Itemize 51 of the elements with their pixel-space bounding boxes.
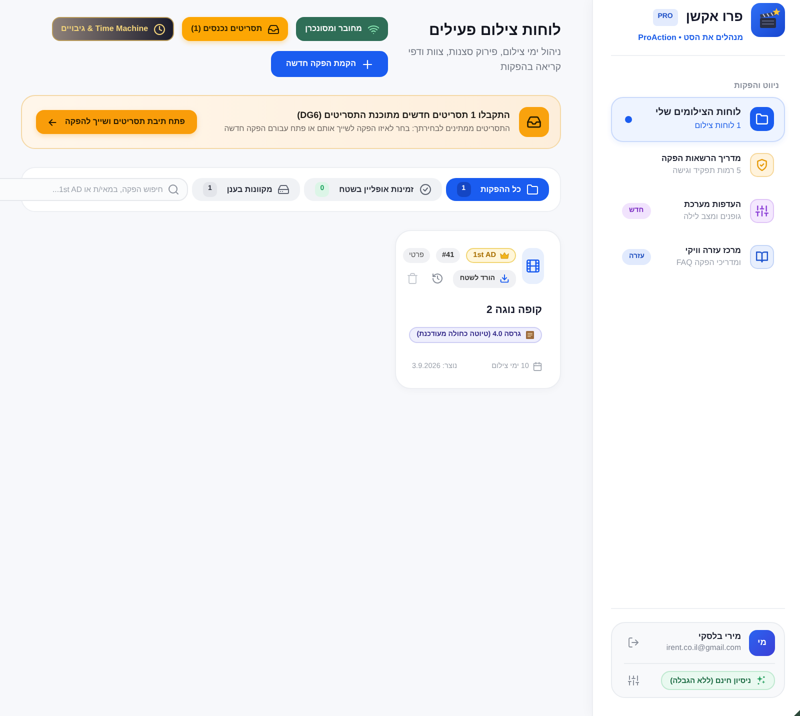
brand-tagline: מנהלים את הסט • ProAction <box>638 32 743 44</box>
user-name: מירי בלסקי <box>697 631 741 644</box>
notice-title: התקבלו 1 תסריטים חדשים מתוכנת התסריטים (DG6) <box>296 109 510 122</box>
script-page-icon <box>526 330 534 339</box>
drive-icon <box>278 184 290 195</box>
calendar-icon <box>533 362 542 371</box>
nav-item[interactable]: מדריך הרשאות הפקה 5 רמות תפקיד וגישה <box>611 142 785 188</box>
open-inbox-button[interactable]: פתח תיבת תסריטים ושייך להפקה <box>36 110 197 134</box>
inbox-icon <box>268 24 280 34</box>
arrow-left-icon <box>48 118 57 126</box>
backups-button[interactable]: Time Machine & גיבויים <box>52 17 174 41</box>
active-dot-icon <box>625 116 632 122</box>
clapperboard-logo-icon <box>751 3 785 37</box>
section-label: ניווט והפקות <box>733 80 779 90</box>
trash-icon[interactable] <box>406 273 418 284</box>
nav-item-subtitle: 1 לוחות צילום <box>694 120 741 132</box>
brand-name: פרו אקשן <box>686 10 743 25</box>
resize-grip-icon[interactable] <box>794 710 800 716</box>
plus-icon <box>362 58 373 70</box>
clock-icon <box>154 24 166 34</box>
sliders-icon <box>750 199 774 223</box>
user-avatar: מי <box>749 630 775 656</box>
history-icon[interactable] <box>432 273 443 284</box>
new-production-button[interactable]: הקמת הפקה חדשה <box>271 51 388 77</box>
nav-item-subtitle: 5 רמות תפקיד וגישה <box>672 164 741 177</box>
film-icon <box>522 248 544 284</box>
nav-item-title: מרכז עזרה וויקי <box>684 245 741 257</box>
nav-item-subtitle: FAQ ומדריכי הפקה <box>676 256 741 269</box>
production-title: קופה נוגה 2 <box>486 302 542 318</box>
search-icon <box>168 184 179 195</box>
check-circle-icon <box>420 184 431 195</box>
sync-status-button[interactable]: מחובר ומסונכרן <box>296 17 388 41</box>
folder-icon <box>527 184 538 195</box>
inbox-icon <box>519 107 549 137</box>
download-icon <box>500 274 509 284</box>
page-title: לוחות צילום פעילים <box>428 22 561 40</box>
nav-item-title: לוחות הצילומים שלי <box>655 106 741 120</box>
logout-icon[interactable] <box>628 637 639 648</box>
nav-item[interactable]: לוחות הצילומים שלי 1 לוחות צילום <box>611 96 785 142</box>
sliders-icon[interactable] <box>628 674 639 686</box>
sparkle-icon <box>756 675 766 686</box>
page-subtitle: ניהול ימי צילום, פירוק סצנות, צוות ודפי קריאה בהפקות <box>407 46 561 75</box>
nav-item-subtitle: גופנים ומצב לילה <box>684 210 741 223</box>
incoming-scripts-button[interactable]: תסריטים נכנסים (1) <box>182 17 288 41</box>
nav-item-title: מדריך הרשאות הפקה <box>661 153 741 165</box>
book-icon <box>750 245 774 269</box>
crown-icon <box>500 252 509 259</box>
folder-icon <box>750 107 774 131</box>
shield-icon <box>750 153 774 177</box>
nav-item-title: העדפות מערכת <box>684 199 741 211</box>
wifi-icon <box>368 24 379 34</box>
